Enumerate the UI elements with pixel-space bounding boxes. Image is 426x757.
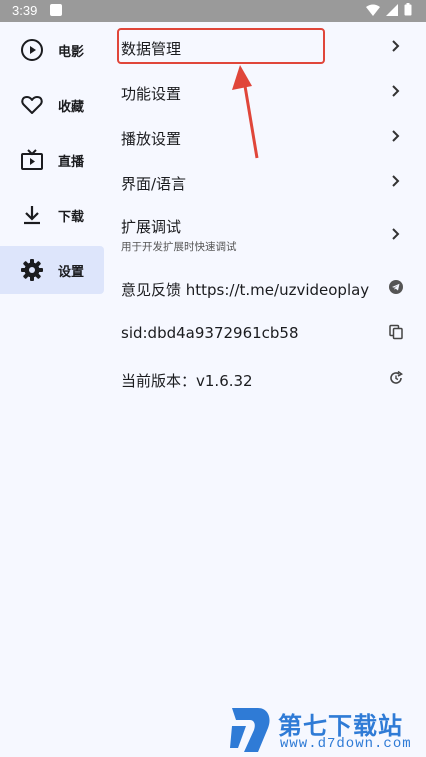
signal-icon — [386, 3, 398, 16]
chevron-right-icon — [392, 85, 400, 97]
battery-icon — [404, 3, 412, 16]
setting-sid[interactable]: sid:dbd4a9372961cb58 — [108, 311, 426, 355]
sidebar: 电影 收藏 直播 下载 设置 — [0, 22, 108, 757]
setting-title: 播放设置 — [121, 130, 182, 148]
d7down-logo-icon — [230, 708, 270, 752]
download-icon — [24, 206, 40, 225]
copy-icon — [389, 324, 403, 340]
telegram-icon — [389, 280, 403, 294]
notification-icon — [50, 4, 62, 16]
status-bar: 3:39 — [0, 0, 426, 22]
status-icons — [366, 3, 412, 16]
setting-title: 当前版本：v1.6.32 — [121, 372, 253, 390]
sidebar-item-favorites[interactable]: 收藏 — [0, 81, 104, 129]
play-circle-icon — [21, 39, 43, 61]
setting-title: sid:dbd4a9372961cb58 — [121, 324, 299, 342]
sidebar-item-label: 设置 — [58, 265, 85, 280]
chevron-right-icon — [392, 130, 400, 142]
sidebar-item-live[interactable]: 直播 — [0, 136, 104, 184]
tv-icon — [21, 149, 43, 170]
setting-title: 功能设置 — [121, 85, 182, 103]
setting-title: 界面/语言 — [121, 175, 187, 193]
gear-icon — [21, 259, 43, 281]
sidebar-item-downloads[interactable]: 下载 — [0, 191, 104, 239]
update-icon — [390, 370, 403, 384]
sidebar-item-label: 收藏 — [58, 100, 85, 115]
chevron-right-icon — [392, 175, 400, 187]
setting-version[interactable]: 当前版本：v1.6.32 — [108, 357, 426, 401]
watermark: 第七下载站 www.d7down.com — [228, 704, 423, 756]
sidebar-item-label: 下载 — [58, 210, 85, 225]
sidebar-item-label: 电影 — [58, 45, 85, 60]
setting-feedback[interactable]: 意见反馈 https://t.me/uzvideoplay — [108, 266, 426, 310]
setting-extension-debug[interactable]: 扩展调试 用于开发扩展时快速调试 — [108, 206, 426, 258]
wifi-icon — [366, 4, 380, 16]
chevron-right-icon — [392, 228, 400, 240]
annotation-arrow — [232, 65, 259, 159]
setting-interface-language[interactable]: 界面/语言 — [108, 159, 426, 203]
sidebar-item-label: 直播 — [58, 155, 85, 170]
highlight-box — [117, 28, 325, 64]
setting-subtitle: 用于开发扩展时快速调试 — [121, 241, 237, 253]
heart-icon — [21, 96, 43, 114]
sidebar-item-movies[interactable]: 电影 — [0, 26, 104, 74]
setting-title: 意见反馈 https://t.me/uzvideoplay — [121, 281, 370, 299]
status-time: 3:39 — [12, 3, 38, 18]
chevron-right-icon — [392, 40, 400, 52]
setting-title: 扩展调试 — [121, 218, 182, 236]
watermark-url: www.d7down.com — [280, 736, 412, 752]
sidebar-item-settings[interactable]: 设置 — [0, 246, 104, 294]
